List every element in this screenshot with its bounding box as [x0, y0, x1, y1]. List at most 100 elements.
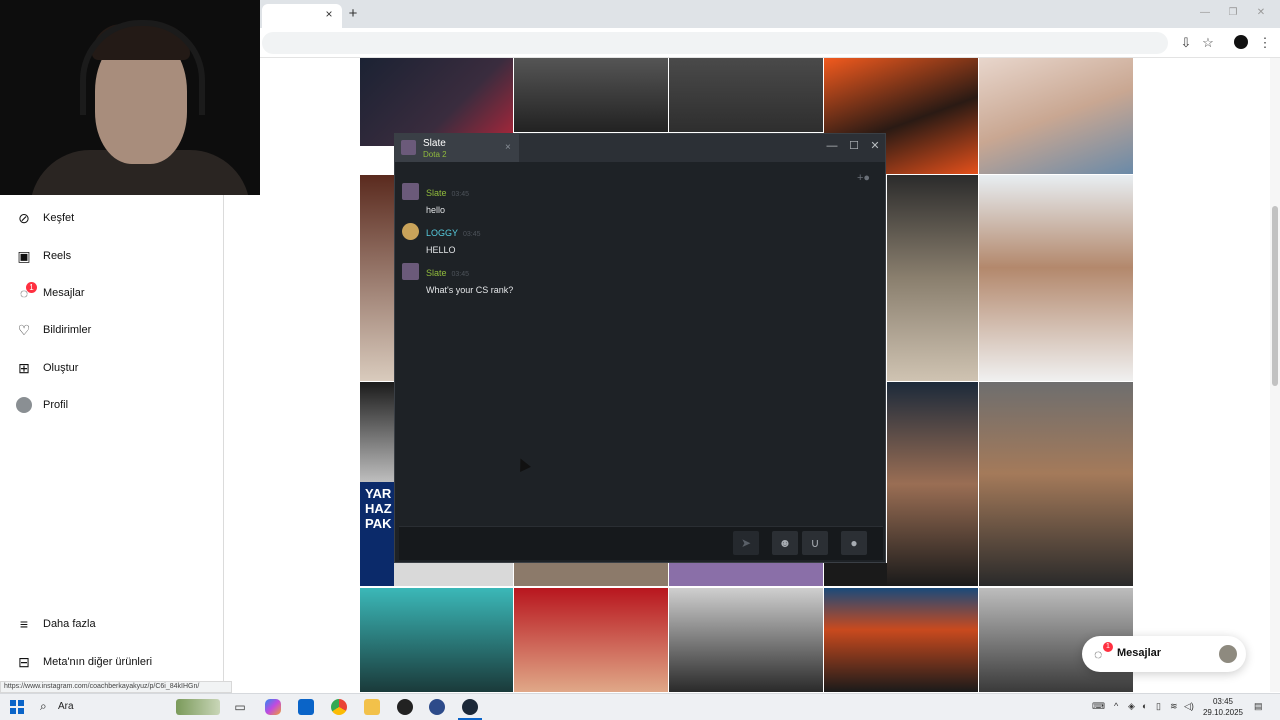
tray-app-icon[interactable]: ◈	[1128, 701, 1135, 712]
browser-profile-icon[interactable]	[1234, 35, 1248, 49]
attachment-icon[interactable]: ∪	[802, 531, 828, 555]
avatar	[1219, 645, 1237, 663]
task-view-icon[interactable]: ▭	[232, 699, 248, 715]
voice-icon[interactable]: ●	[841, 531, 867, 555]
sidebar-item-label: Daha fazla	[43, 618, 96, 630]
grid-photo[interactable]	[514, 563, 668, 586]
tray-app-icon[interactable]: ◐	[1142, 701, 1147, 711]
messages-pill-badge: 1	[1103, 642, 1113, 652]
browser-minimize-icon[interactable]: —	[1198, 6, 1212, 20]
bookmark-star-icon[interactable]: ☆	[1199, 34, 1217, 52]
sidebar-item-label: Profil	[43, 399, 69, 411]
message-author: LOGGY	[426, 228, 459, 238]
new-tab-button[interactable]: +	[345, 6, 361, 22]
scroll-thumb[interactable]	[1272, 206, 1278, 386]
install-app-icon[interactable]: ⇩	[1177, 34, 1195, 52]
copilot-icon[interactable]	[265, 699, 281, 715]
search-icon[interactable]: ⌕	[40, 699, 47, 714]
message-author: Slate	[426, 268, 447, 278]
browser-menu-icon[interactable]: ⋮	[1256, 34, 1274, 52]
reels-icon: ▣	[17, 247, 31, 264]
app-icon[interactable]	[429, 699, 445, 715]
steam-chat-tab[interactable]: Slate Dota 2 ×	[395, 134, 519, 162]
tab-close-icon[interactable]: ×	[322, 7, 336, 21]
outlook-icon[interactable]	[298, 699, 314, 715]
yarisma-text: HAZ	[365, 501, 392, 516]
message-text: hello	[426, 205, 446, 215]
steam-minimize-icon[interactable]: —	[824, 138, 840, 154]
grid-photo[interactable]	[669, 588, 823, 692]
message-time: 03:45	[451, 191, 470, 198]
wifi-icon[interactable]: ≋	[1170, 701, 1178, 712]
messages-pill-label: Mesajlar	[1117, 647, 1162, 659]
grid-photo[interactable]	[979, 58, 1133, 174]
grid-photo[interactable]	[887, 382, 978, 586]
clock-date: 29.10.2025	[1202, 708, 1244, 717]
steam-maximize-icon[interactable]: ☐	[846, 138, 862, 154]
add-friend-icon[interactable]: +●	[857, 172, 870, 184]
sidebar-item-explore[interactable]: ⊘ Keşfet	[16, 206, 216, 230]
grid-photo[interactable]	[824, 563, 887, 586]
avatar	[402, 263, 419, 280]
send-icon[interactable]: ➤	[733, 531, 759, 555]
notification-icon[interactable]: ▤	[1254, 701, 1263, 712]
steam-icon[interactable]	[462, 699, 478, 715]
taskbar-search-label[interactable]: Ara	[58, 701, 74, 712]
browser-maximize-icon[interactable]: ❐	[1226, 6, 1240, 20]
grid-photo[interactable]	[360, 588, 513, 692]
sidebar-item-reels[interactable]: ▣ Reels	[16, 244, 216, 268]
sidebar-item-notifications[interactable]: ♡ Bildirimler	[16, 318, 216, 342]
grid-photo[interactable]	[979, 382, 1133, 586]
steam-close-icon[interactable]: ✕	[867, 138, 883, 154]
message-text: What's your CS rank?	[426, 285, 514, 295]
sidebar-item-label: Mesajlar	[43, 287, 85, 299]
grid-photo[interactable]	[669, 563, 823, 586]
chrome-icon[interactable]	[331, 699, 347, 715]
sidebar-item-profile[interactable]: Profil	[16, 393, 216, 417]
hamburger-menu-icon: ≡	[19, 616, 29, 632]
grid-photo[interactable]	[824, 588, 978, 692]
address-bar[interactable]	[262, 32, 1168, 54]
chat-message: LOGGY 03:45 HELLO	[402, 223, 481, 255]
message-time: 03:45	[463, 231, 481, 238]
chat-message: Slate 03:45 hello	[402, 183, 469, 215]
tab-close-icon[interactable]: ×	[505, 142, 511, 153]
grid-photo[interactable]	[514, 588, 668, 692]
keyboard-icon[interactable]: ⌨	[1092, 701, 1105, 712]
link-status-url: https://www.instagram.com/coachberkayaky…	[0, 681, 232, 693]
file-explorer-icon[interactable]	[364, 699, 380, 715]
sidebar-item-more[interactable]: ≡ Daha fazla	[16, 612, 216, 636]
messages-pill[interactable]: ◌ 1 Mesajlar	[1082, 636, 1246, 672]
sidebar-item-messages[interactable]: ◌ Mesajlar	[16, 281, 216, 305]
avatar	[402, 183, 419, 200]
browser-close-icon[interactable]: ✕	[1254, 6, 1268, 20]
sidebar-item-label: Meta'nın diğer ürünleri	[43, 656, 153, 668]
avatar	[16, 397, 32, 413]
grid-photo-yarisma[interactable]: YAR HAZ PAK	[360, 482, 394, 586]
tray-chevron-icon[interactable]: ^	[1114, 701, 1118, 711]
grid-photo[interactable]	[360, 175, 394, 381]
tray-app-icon[interactable]: ▯	[1156, 701, 1161, 712]
grid-photo[interactable]	[979, 175, 1133, 381]
app-icon[interactable]	[397, 699, 413, 715]
grid-photo[interactable]	[360, 382, 394, 492]
widget-icon[interactable]	[176, 699, 220, 715]
grid-photo[interactable]	[394, 563, 513, 586]
volume-icon[interactable]: ◁)	[1184, 701, 1194, 712]
emoticon-icon[interactable]: ☻	[772, 531, 798, 555]
sidebar-item-create[interactable]: ⊞ Oluştur	[16, 356, 216, 380]
taskbar-clock[interactable]: 03:45 29.10.2025	[1196, 696, 1250, 718]
page-scrollbar[interactable]	[1270, 58, 1280, 692]
grid-photo[interactable]	[514, 58, 668, 132]
webcam-overlay	[0, 0, 260, 195]
grid-photo[interactable]	[887, 175, 978, 381]
avatar	[402, 223, 419, 240]
message-text: HELLO	[426, 245, 456, 255]
sidebar-item-label: Bildirimler	[43, 324, 92, 336]
friend-name: Slate	[423, 138, 446, 149]
windows-start-icon[interactable]	[10, 700, 24, 714]
yarisma-text: PAK	[365, 516, 392, 531]
sidebar-item-label: Reels	[43, 250, 72, 262]
sidebar-item-meta[interactable]: ⊟ Meta'nın diğer ürünleri	[16, 650, 216, 674]
grid-photo[interactable]	[669, 58, 823, 132]
